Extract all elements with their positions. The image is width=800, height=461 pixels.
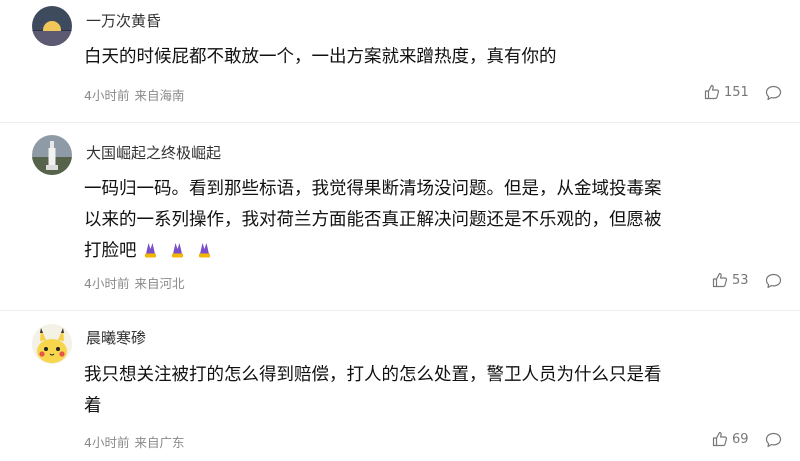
praying-hands-emoji — [196, 238, 213, 258]
comment-line: 打脸吧 — [84, 241, 137, 261]
sunset-avatar[interactable] — [32, 6, 72, 46]
comment-meta: 4小时前 来自广东 — [84, 432, 184, 451]
comment-meta: 4小时前 来自河北 — [84, 273, 184, 292]
thumbs-up-icon — [704, 84, 720, 100]
comment-line: 我只想关注被打的怎么得到赔偿，打人的怎么处置，警卫人员为什么只是看 — [84, 365, 662, 385]
comment-item: 大国崛起之终极崛起 一码归一码。看到那些标语，我觉得果断清场没问题。但是，从金域… — [0, 123, 800, 310]
like-count: 53 — [732, 272, 749, 288]
comment-bubble-icon[interactable] — [765, 85, 782, 105]
praying-hands-emoji — [169, 238, 186, 258]
comment-line: 以来的一系列操作，我对荷兰方面能否真正解决问题还是不乐观的，但愿被 — [84, 210, 662, 230]
comment-location: 来自河北 — [134, 276, 185, 291]
username[interactable]: 一万次黄昏 — [86, 10, 161, 31]
comment-line: 着 — [84, 396, 102, 416]
username[interactable]: 晨曦寒碜 — [86, 327, 146, 348]
comment-meta: 4小时前 来自海南 — [84, 85, 184, 104]
like-button[interactable]: 69 — [712, 431, 749, 447]
comment-line: 一码归一码。看到那些标语，我觉得果断清场没问题。但是，从金域投毒案 — [84, 179, 662, 199]
comment-time: 4小时前 — [84, 88, 130, 103]
comment-text: 我只想关注被打的怎么得到赔偿，打人的怎么处置，警卫人员为什么只是看 着 — [84, 360, 784, 422]
like-count: 151 — [724, 84, 749, 100]
comment-text: 白天的时候屁都不敢放一个，一出方案就来蹭热度，真有你的 — [84, 42, 784, 73]
comment-time: 4小时前 — [84, 435, 130, 450]
pikachu-avatar[interactable] — [32, 324, 72, 364]
thumbs-up-icon — [712, 272, 728, 288]
statue-avatar[interactable] — [32, 135, 72, 175]
like-button[interactable]: 53 — [712, 272, 749, 288]
comment-item: 一万次黄昏 白天的时候屁都不敢放一个，一出方案就来蹭热度，真有你的 4小时前 来自… — [0, 0, 800, 122]
like-count: 69 — [732, 431, 749, 447]
username[interactable]: 大国崛起之终极崛起 — [86, 142, 221, 163]
comment-bubble-icon[interactable] — [765, 273, 782, 293]
comment-text: 一码归一码。看到那些标语，我觉得果断清场没问题。但是，从金域投毒案 以来的一系列… — [84, 174, 784, 267]
praying-hands-emoji — [142, 238, 159, 258]
comment-location: 来自广东 — [134, 435, 185, 450]
comment-item: 晨曦寒碜 我只想关注被打的怎么得到赔偿，打人的怎么处置，警卫人员为什么只是看 着… — [0, 311, 800, 461]
comment-bubble-icon[interactable] — [765, 432, 782, 452]
comment-line: 白天的时候屁都不敢放一个，一出方案就来蹭热度，真有你的 — [84, 47, 557, 67]
comment-location: 来自海南 — [134, 88, 185, 103]
like-button[interactable]: 151 — [704, 84, 749, 100]
comment-time: 4小时前 — [84, 276, 130, 291]
thumbs-up-icon — [712, 431, 728, 447]
